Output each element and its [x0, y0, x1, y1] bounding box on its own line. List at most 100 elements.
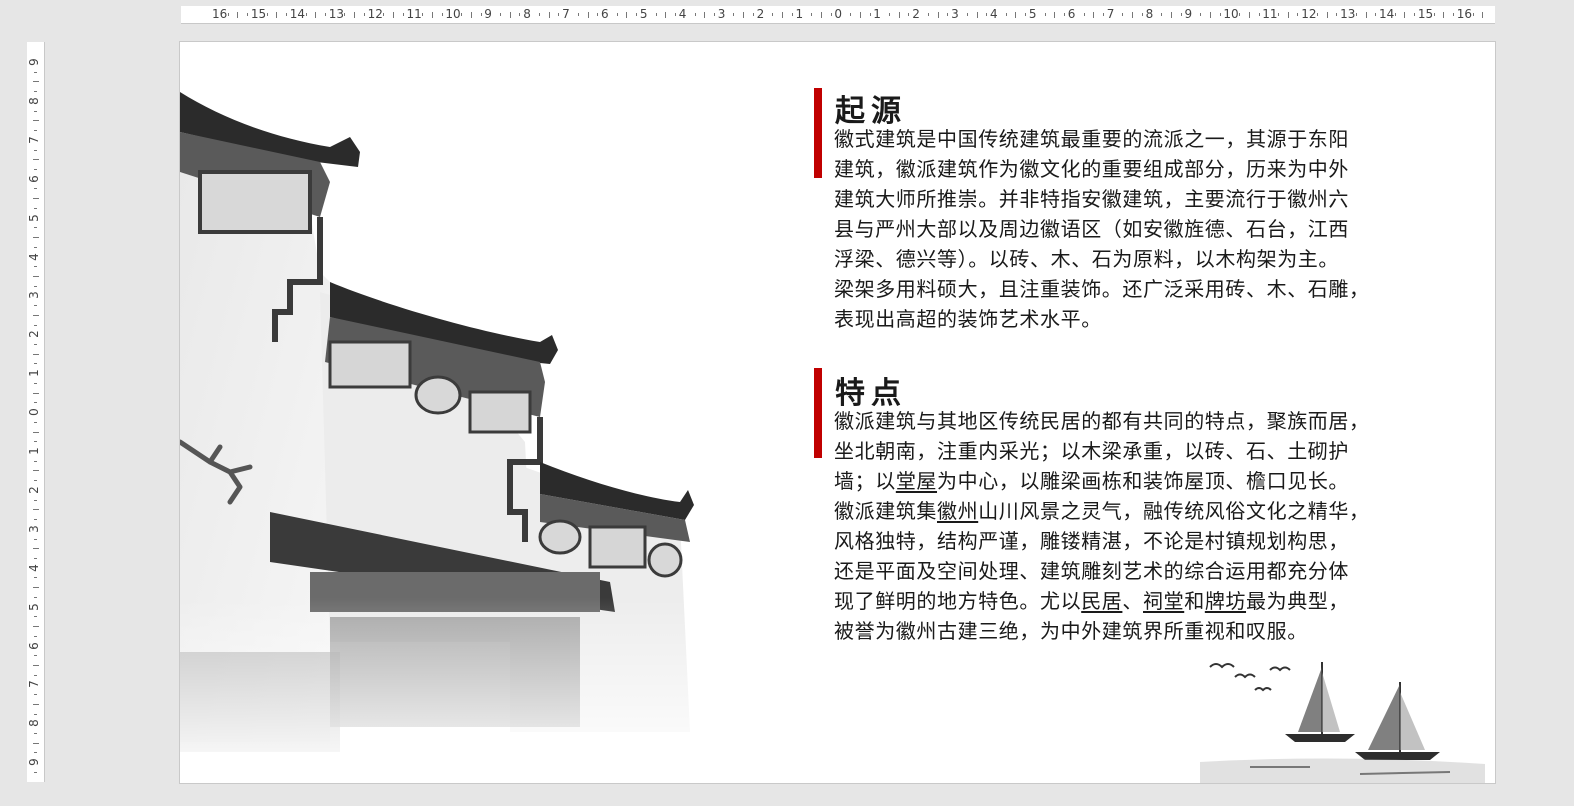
ruler-label: 4 — [678, 7, 687, 21]
hyperlink-tangwu[interactable]: 堂屋 — [896, 469, 937, 493]
ruler-label: 2 — [26, 486, 41, 494]
ruler-tick — [733, 13, 735, 16]
ruler-tick — [1326, 12, 1328, 18]
ruler-tick — [34, 733, 37, 735]
origin-body-text[interactable]: 徽式建筑是中国传统建筑最重要的流派之一，其源于东阳 建筑，徽派建筑作为徽文化的重… — [834, 124, 1444, 334]
ruler-label: 5 — [26, 213, 41, 222]
ruler-tick — [33, 198, 39, 200]
ruler-tick — [33, 664, 39, 666]
ruler-label: 15 — [1417, 7, 1434, 21]
text-run: 山川风景之灵气，融传统风俗文化之精华， — [978, 499, 1370, 523]
ruler-tick — [393, 12, 395, 18]
ruler-tick — [34, 557, 37, 559]
ruler-tick — [227, 13, 229, 16]
ruler-tick — [850, 13, 852, 16]
ruler-tick — [1316, 13, 1318, 16]
ruler-label: 4 — [26, 252, 41, 261]
ruler-tick — [859, 12, 861, 18]
ruler-tick — [34, 168, 37, 170]
ruler-tick — [363, 13, 365, 16]
ruler-tick — [675, 13, 677, 16]
ruler-tick — [286, 13, 288, 16]
ruler-label: 10 — [445, 7, 461, 21]
slide-canvas[interactable]: 起源 徽式建筑是中国传统建筑最重要的流派之一，其源于东阳 建筑，徽派建筑作为徽文… — [180, 42, 1495, 783]
ruler-tick — [34, 616, 37, 618]
ruler-tick — [869, 13, 871, 16]
ruler-tick — [34, 266, 37, 268]
ruler-label: 4 — [990, 7, 998, 21]
ruler-tick — [34, 324, 37, 326]
ruler-label: 16 — [1456, 7, 1473, 21]
features-line: 坐北朝南，注重内采光；以木梁承重，以砖、石、土砌护 — [834, 439, 1349, 463]
ruler-label: 11 — [406, 7, 422, 21]
ruler-tick — [34, 480, 37, 482]
ruler-label: 1 — [26, 369, 41, 378]
ruler-tick — [247, 13, 249, 16]
ruler-tick — [1278, 13, 1280, 16]
ruler-tick — [33, 509, 39, 511]
ruler-tick — [1433, 13, 1435, 16]
ruler-tick — [34, 110, 37, 112]
ruler-tick — [34, 499, 37, 501]
ruler-tick — [33, 626, 39, 628]
ruler-tick — [33, 81, 39, 83]
ruler-label: 7 — [26, 680, 41, 689]
ruler-tick — [33, 159, 39, 161]
origin-line: 表现出高超的装饰艺术水平。 — [834, 307, 1102, 331]
ruler-tick — [1453, 13, 1455, 16]
ruler-tick — [1209, 12, 1211, 18]
ruler-label: 6 — [26, 174, 41, 183]
vertical-ruler[interactable]: 9 8 7 6 5 4 3 2 1 0 1 2 3 4 5 6 7 8 9 — [27, 42, 45, 782]
ruler-tick — [1287, 12, 1289, 18]
ruler-label: 8 — [26, 719, 41, 728]
ruler-label: 3 — [717, 7, 726, 21]
features-line: 风格独特，结构严谨，雕镂精湛，不论是村镇规划构思， — [834, 529, 1349, 553]
hyperlink-citang[interactable]: 祠堂 — [1143, 589, 1184, 613]
ruler-tick — [33, 431, 39, 433]
ruler-tick — [889, 13, 891, 16]
features-line: 还是平面及空间处理、建筑雕刻艺术的综合运用都充分体 — [834, 559, 1349, 583]
ruler-tick — [772, 13, 774, 16]
ruler-tick — [509, 12, 511, 18]
ruler-tick — [704, 12, 706, 18]
ruler-tick — [665, 12, 667, 18]
ruler-tick — [1365, 12, 1367, 18]
ruler-tick — [34, 771, 37, 773]
horizontal-ruler[interactable]: 16 15 14 13 12 11 10 9 8 7 6 5 4 3 2 1 0 1 2 3 4 5 6 7 8 9 10 11 12 1… — [181, 6, 1495, 24]
ruler-tick — [34, 519, 37, 521]
ruler-label: 7 — [26, 135, 41, 144]
ruler-label: 13 — [1340, 7, 1356, 21]
ruler-tick — [1404, 12, 1406, 18]
ruler-label: 16 — [212, 7, 228, 21]
ruler-label: 3 — [26, 291, 41, 300]
ruler-label: 2 — [912, 7, 920, 21]
ruler-tick — [34, 344, 37, 346]
origin-line: 徽式建筑是中国传统建筑最重要的流派之一，其源于东阳 — [834, 127, 1349, 151]
ruler-label: 14 — [289, 7, 306, 21]
ruler-tick — [33, 120, 39, 122]
ruler-tick — [636, 13, 638, 16]
hyperlink-minju[interactable]: 民居 — [1081, 589, 1122, 613]
ruler-tick — [1083, 13, 1085, 16]
features-body-text[interactable]: 徽派建筑与其地区传统民居的都有共同的特点，聚族而居， 坐北朝南，注重内采光；以木… — [834, 406, 1444, 646]
features-line: 徽派建筑集徽州山川风景之灵气，融传统风俗文化之精华， — [834, 496, 1444, 526]
ruler-tick — [33, 237, 39, 239]
ruler-tick — [577, 13, 579, 16]
ruler-label: 2 — [26, 330, 41, 339]
ruler-label: 9 — [484, 7, 492, 21]
ruler-label: 12 — [1301, 7, 1317, 21]
ruler-tick — [305, 13, 307, 16]
ruler-tick — [1005, 13, 1007, 16]
ruler-tick — [34, 752, 37, 754]
hyperlink-paifang[interactable]: 牌坊 — [1205, 589, 1246, 613]
ruler-tick — [519, 13, 521, 16]
ruler-tick — [33, 470, 39, 472]
hyperlink-huizhou[interactable]: 徽州 — [937, 499, 978, 523]
text-run: 现了鲜明的地方特色。尤以 — [834, 589, 1082, 613]
ruler-tick — [1015, 12, 1017, 18]
ruler-tick — [820, 12, 822, 18]
ruler-tick — [752, 13, 754, 16]
ruler-tick — [34, 441, 37, 443]
ruler-tick — [34, 71, 37, 73]
ruler-tick — [402, 13, 404, 16]
